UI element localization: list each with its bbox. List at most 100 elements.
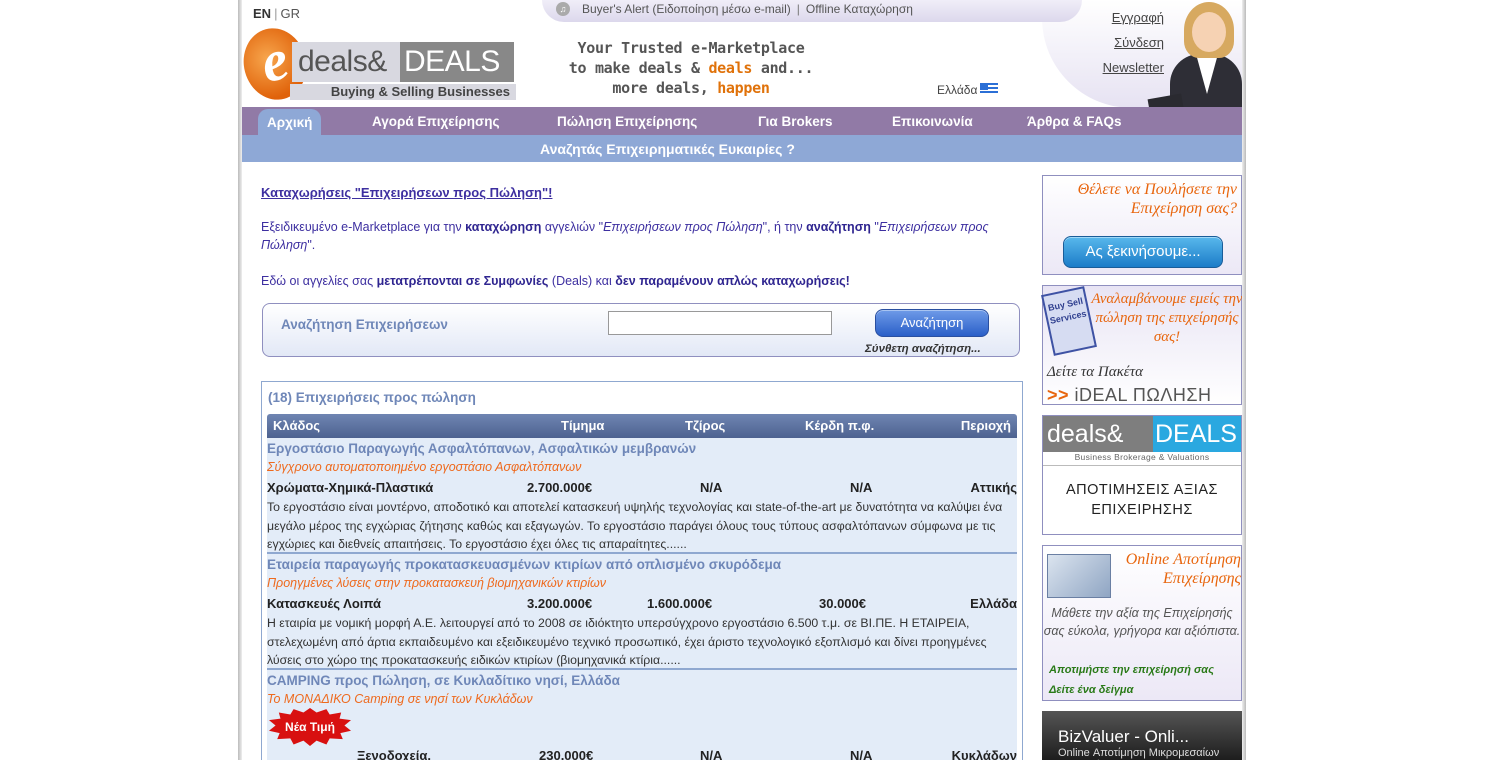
listing-sector: Κατασκευές Λοιπά [267, 596, 381, 611]
listing-table-header: Κλάδος Τίμημα Τζίρος Κέρδη π.φ. Περιοχή [267, 414, 1017, 438]
page-container: EN | GR e deals& DEALS Buying & Selling Bu… [242, 0, 1242, 760]
listing-row[interactable]: Εταιρεία παραγωγής προκατασκευασμένων κτ… [267, 554, 1017, 670]
listing-region: Ελλάδα [970, 596, 1017, 611]
listing-subtitle: Σύγχρονο αυτοματοποιημένο εργοστάσιο Ασφ… [267, 460, 582, 474]
user-links: Εγγραφή Σύνδεση Newsletter [1042, 5, 1164, 80]
top-utility-bar: ♫ Buyer's Alert (Ειδοποίηση μέσω e-mail)… [542, 0, 1082, 22]
online-valuation-ad: Online Αποτίμηση Επιχείρησης Μάθετε την … [1042, 545, 1242, 701]
lets-start-button[interactable]: Ας ξεκινήσουμε... [1063, 236, 1223, 268]
greek-flag-icon [980, 83, 999, 95]
sell-business-ad[interactable]: Θέλετε να Πουλήσετε την Επιχείρηση σας? … [1042, 175, 1242, 275]
intro-title-link[interactable]: Καταχωρήσεις "Επιχειρήσεων προς Πώληση"! [261, 185, 1023, 200]
intro-paragraph-1: Εξειδικευμένο e-Marketplace για την κατα… [261, 220, 989, 252]
lang-gr-link[interactable]: GR [280, 6, 300, 21]
search-button[interactable]: Αναζήτηση [875, 309, 989, 337]
subnav-banner: Αναζητάς Επιχειρηματικές Ευκαιρίες ? [242, 135, 1242, 162]
see-packages-text: Δείτε τα Πακέτα [1047, 364, 1143, 380]
listing-turnover: 1.600.000€ [647, 596, 713, 611]
col-turnover: Τζίρος [685, 418, 726, 433]
listing-subtitle: Προηγμένες λύσεις στην προκατασκευή βιομ… [267, 576, 607, 590]
listing-region: Κυκλάδων [951, 748, 1017, 760]
listing-description: Το εργοστάσιο είναι μοντέρνο, αποδοτικό … [267, 500, 1003, 551]
page-shadow-right [1242, 0, 1246, 760]
slogan-line-2: to make deals & deals and... [568, 59, 814, 77]
listing-count: (18) Επιχειρήσεις προς πώληση [268, 390, 476, 405]
logo-deals-text: deals& [292, 42, 400, 82]
listing-turnover: N/A [700, 748, 723, 760]
nav-brokers[interactable]: Για Brokers [758, 107, 833, 135]
listing-description: Η εταιρία με νομική μορφή Α.Ε. λειτουργε… [267, 616, 987, 667]
slogan-line-1: Your Trusted e-Marketplace [577, 39, 805, 57]
listing-profit: N/A [850, 480, 873, 495]
ideal-sale-ad[interactable]: Buy Sell Services Αναλαμβάνουμε εμείς τη… [1041, 285, 1242, 405]
country-label: Ελλάδα [937, 83, 978, 97]
logo-tagline: Buying & Selling Businesses [290, 84, 516, 100]
listing-sector: Χρώματα-Χημικά-Πλαστικά [267, 480, 434, 495]
nav-sell-business[interactable]: Πώληση Επιχείρησης [557, 107, 697, 135]
intro-paragraph-2: Εδώ οι αγγελίες σας μετατρέπονται σε Συμ… [261, 274, 850, 288]
valuate-business-link[interactable]: Αποτιμήστε την επιχείρησή σας [1049, 664, 1214, 676]
new-price-badge: Νέα Τιμή [269, 708, 351, 746]
col-profit: Κέρδη π.φ. [805, 418, 875, 433]
slogan: Your Trusted e-Marketplace to make deals… [546, 38, 836, 98]
search-label: Αναζήτηση Επιχειρήσεων [281, 317, 448, 332]
listing-profit: 30.000€ [819, 596, 866, 611]
language-switcher: EN | GR [253, 6, 300, 21]
col-price: Τίμημα [561, 418, 605, 433]
lang-separator: | [274, 6, 278, 21]
logo-deals-caps-text: DEALS [400, 42, 514, 82]
buy-sell-seal-icon: Buy Sell Services [1041, 286, 1097, 356]
listing-price: 2.700.000€ [527, 480, 593, 495]
listing-panel: (18) Επιχειρήσεις προς πώληση Κλάδος Τίμ… [261, 381, 1023, 760]
buyers-alert-link[interactable]: Buyer's Alert (Ειδοποίηση μέσω e-mail) [582, 2, 791, 16]
calculator-icon [1047, 554, 1111, 598]
advanced-search-link[interactable]: Σύνθετη αναζήτηση... [865, 343, 981, 355]
bizvaluer-video[interactable]: BizValuer - Onli... Online Αποτίμηση Μικ… [1042, 711, 1242, 760]
main-navigation: Αρχική Αγορά Επιχείρησης Πώληση Επιχείρη… [242, 107, 1242, 139]
listing-row[interactable]: Εργοστάσιο Παραγωγής Ασφαλτόπανων, Ασφαλ… [267, 438, 1017, 554]
brokerage-line: Business Brokerage & Valuations [1043, 452, 1241, 466]
topbar-separator: | [796, 2, 800, 16]
nav-articles-faqs[interactable]: Άρθρα & FAQs [1027, 107, 1122, 135]
col-sector: Κλάδος [273, 418, 321, 433]
listing-price: 230.000€ [539, 748, 594, 760]
search-input[interactable] [608, 311, 832, 335]
see-sample-link[interactable]: Δείτε ένα δείγμα [1049, 684, 1133, 696]
online-valuation-text: Μάθετε την αξία της Επιχείρησής σας εύκο… [1043, 606, 1241, 638]
country-selector[interactable]: Ελλάδα [937, 83, 999, 97]
valuations-ad[interactable]: deals& DEALS Business Brokerage & Valuat… [1042, 415, 1242, 535]
listing-row[interactable]: CAMPING προς Πώληση, σε Κυκλαδίτικο νησί… [267, 670, 1017, 760]
bizvaluer-subtitle: Online Αποτίμηση Μικρομεσαίων Επιχειρήσε… [1058, 747, 1220, 760]
listing-title[interactable]: Εταιρεία παραγωγής προκατασκευασμένων κτ… [267, 557, 781, 572]
valuations-text: ΑΠΟΤΙΜΗΣΕΙΣ ΑΞΙΑΣ ΕΠΙΧΕΙΡΗΣΗΣ [1066, 482, 1218, 518]
listing-rows: Εργοστάσιο Παραγωγής Ασφαλτόπανων, Ασφαλ… [267, 438, 1017, 760]
lang-en-link[interactable]: EN [253, 6, 271, 21]
listing-price: 3.200.000€ [527, 596, 593, 611]
offline-listing-link[interactable]: Offline Καταχώρηση [806, 2, 913, 16]
deals-logo-banner: deals& DEALS [1043, 416, 1241, 452]
site-logo[interactable]: e deals& DEALS Buying & Selling Business… [242, 21, 516, 107]
login-link[interactable]: Σύνδεση [1042, 30, 1164, 55]
online-valuation-heading: Online Αποτίμηση Επιχείρησης [1125, 551, 1241, 587]
listing-values: Ξενοδοχεία, 230.000€ N/A N/A Κυκλάδων [267, 746, 1017, 760]
search-panel: Αναζήτηση Επιχειρήσεων Αναζήτηση Σύνθετη… [262, 303, 1020, 357]
double-arrow-icon: >> [1047, 385, 1070, 405]
sell-ad-heading: Θέλετε να Πουλήσετε την Επιχείρηση σας? [1077, 181, 1237, 217]
listing-title[interactable]: CAMPING προς Πώληση, σε Κυκλαδίτικο νησί… [267, 673, 620, 688]
ideal-sale-brand: >> iDEAL ΠΩΛΗΣΗ [1047, 385, 1212, 405]
listing-profit: N/A [850, 748, 873, 760]
listing-values: Κατασκευές Λοιπά 3.200.000€ 1.600.000€ 3… [267, 594, 1017, 614]
newsletter-link[interactable]: Newsletter [1042, 55, 1164, 80]
nav-contact[interactable]: Επικοινωνία [892, 107, 973, 135]
bizvaluer-title: BizValuer - Onli... [1058, 727, 1190, 746]
col-region: Περιοχή [960, 418, 1011, 433]
listing-sector: Ξενοδοχεία, [357, 748, 431, 760]
register-link[interactable]: Εγγραφή [1042, 5, 1164, 30]
nav-buy-business[interactable]: Αγορά Επιχείρησης [372, 107, 500, 135]
listing-turnover: N/A [700, 480, 723, 495]
listing-values: Χρώματα-Χημικά-Πλαστικά 2.700.000€ N/A N… [267, 478, 1017, 498]
slogan-line-3: more deals, happen [612, 79, 770, 97]
listing-title[interactable]: Εργοστάσιο Παραγωγής Ασφαλτόπανων, Ασφαλ… [267, 441, 696, 456]
listing-region: Αττικής [970, 480, 1017, 495]
main-content: Καταχωρήσεις "Επιχειρήσεων προς Πώληση"!… [261, 180, 1023, 760]
